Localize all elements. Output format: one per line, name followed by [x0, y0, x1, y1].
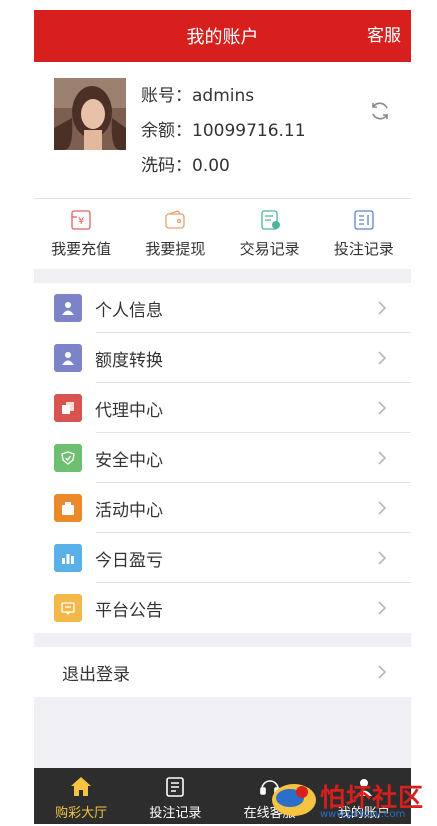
avatar[interactable]: [54, 78, 126, 150]
menu-label: 安全中心: [95, 450, 163, 471]
chevron-right-icon: [378, 351, 387, 365]
action-withdraw[interactable]: 我要提现: [128, 199, 222, 269]
menu-item-daily-profit[interactable]: 今日盈亏: [34, 533, 411, 583]
menu-item-personal-info[interactable]: 个人信息: [34, 283, 411, 333]
balance-value: 10099716.11: [192, 121, 306, 141]
chevron-right-icon: [378, 501, 387, 515]
account-label: 账号：: [141, 86, 192, 106]
menu-label: 个人信息: [95, 300, 163, 321]
action-label: 我要充值: [51, 240, 112, 258]
transaction-icon: [260, 210, 280, 230]
action-recharge[interactable]: ¥ 我要充值: [34, 199, 128, 269]
menu-item-activity-center[interactable]: 活动中心: [34, 483, 411, 533]
chevron-right-icon: [378, 601, 387, 615]
refresh-icon[interactable]: [368, 99, 392, 123]
section-divider: [34, 269, 411, 283]
recharge-icon: ¥: [71, 210, 91, 230]
customer-service-button[interactable]: 客服: [367, 10, 401, 62]
wash-value: 0.00: [192, 156, 230, 176]
agent-icon: [54, 394, 82, 422]
tab-label: 投注记录: [149, 806, 202, 821]
menu-list: 个人信息 额度转换 代理中心 安全中心 活动中心 今日盈亏 平台公告: [34, 283, 411, 633]
wallet-icon: [165, 210, 186, 229]
action-label: 我要提现: [145, 240, 206, 258]
chevron-right-icon: [378, 551, 387, 565]
menu-label: 代理中心: [95, 400, 163, 421]
app-header: 我的账户 客服: [34, 10, 411, 62]
menu-item-announcements[interactable]: 平台公告: [34, 583, 411, 633]
account-info: 账号：admins 余额：10099716.11 洗码：0.00: [141, 84, 306, 189]
watermark-url: www.pahuai.com: [320, 809, 406, 820]
menu-label: 活动中心: [95, 500, 163, 521]
svg-text:¥: ¥: [78, 216, 84, 227]
chevron-right-icon: [378, 301, 387, 315]
tab-bet-records[interactable]: 投注记录: [128, 768, 222, 824]
watermark-logo: 怕坏社区 www.pahuai.com: [268, 776, 437, 824]
watermark-emblem-icon: [272, 784, 316, 816]
chevron-right-icon: [378, 451, 387, 465]
logout-button[interactable]: 退出登录: [34, 647, 411, 697]
logout-label: 退出登录: [62, 664, 130, 685]
menu-label: 今日盈亏: [95, 550, 163, 571]
action-label: 交易记录: [239, 240, 300, 258]
balance-label: 余额：: [141, 121, 192, 141]
wash-label: 洗码：: [141, 156, 192, 176]
action-transactions[interactable]: 交易记录: [223, 199, 317, 269]
record-icon: [166, 777, 185, 797]
action-bet-records[interactable]: 投注记录: [317, 199, 411, 269]
chart-icon: [54, 544, 82, 572]
menu-label: 平台公告: [95, 600, 163, 621]
gift-icon: [54, 494, 82, 522]
tab-label: 购彩大厅: [55, 806, 108, 821]
account-value: admins: [192, 86, 255, 106]
action-label: 投注记录: [333, 240, 394, 258]
menu-item-agent-center[interactable]: 代理中心: [34, 383, 411, 433]
menu-item-security-center[interactable]: 安全中心: [34, 433, 411, 483]
tab-lottery-hall[interactable]: 购彩大厅: [34, 768, 128, 824]
menu-item-quota-transfer[interactable]: 额度转换: [34, 333, 411, 383]
menu-label: 额度转换: [95, 350, 163, 371]
page-title: 我的账户: [186, 27, 259, 48]
user-icon: [54, 344, 82, 372]
shield-icon: [54, 444, 82, 472]
user-icon: [54, 294, 82, 322]
home-icon: [71, 777, 92, 796]
profile-card: 账号：admins 余额：10099716.11 洗码：0.00: [34, 62, 411, 199]
quick-actions: ¥ 我要充值 我要提现 交易记录 投注记录: [34, 199, 411, 269]
notice-icon: [54, 594, 82, 622]
app-frame: 我的账户 客服 账号：admins 余额：10099716.11 洗码：0.00: [34, 10, 411, 824]
chevron-right-icon: [378, 401, 387, 415]
section-divider: [34, 633, 411, 647]
chevron-right-icon: [378, 665, 387, 679]
bet-record-icon: [354, 210, 374, 230]
